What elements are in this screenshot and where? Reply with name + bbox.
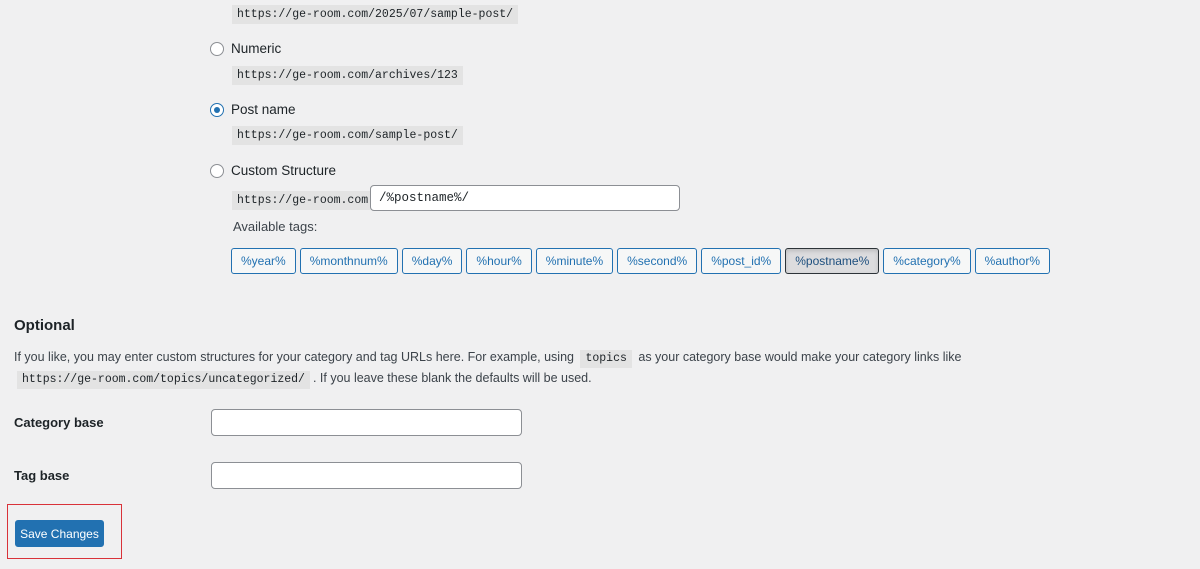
numeric-label: Numeric bbox=[231, 41, 282, 56]
numeric-radio[interactable] bbox=[210, 41, 224, 56]
optional-desc-code-topics: topics bbox=[580, 350, 632, 368]
tag-button-minute[interactable]: %minute% bbox=[535, 248, 614, 274]
tag-base-label: Tag base bbox=[14, 468, 70, 483]
custom-structure-option[interactable]: Custom Structure bbox=[210, 163, 336, 178]
tag-button-author[interactable]: %author% bbox=[974, 248, 1051, 274]
custom-structure-input[interactable] bbox=[370, 185, 680, 211]
optional-desc-text-3: . If you leave these blank the defaults … bbox=[312, 371, 592, 385]
category-base-label: Category base bbox=[14, 415, 104, 430]
tag-button-hour[interactable]: %hour% bbox=[466, 248, 532, 274]
custom-structure-prefix: https://ge-room.com bbox=[232, 191, 374, 210]
optional-description: If you like, you may enter custom struct… bbox=[14, 347, 1194, 389]
tag-button-category[interactable]: %category% bbox=[883, 248, 971, 274]
save-changes-button[interactable]: Save Changes bbox=[15, 520, 104, 547]
optional-desc-text-2: as your category base would make your ca… bbox=[638, 350, 962, 364]
custom-structure-label: Custom Structure bbox=[231, 163, 337, 178]
available-tags-group: %year% %monthnum% %day% %hour% %minute% … bbox=[231, 248, 1051, 274]
tag-button-monthnum[interactable]: %monthnum% bbox=[299, 248, 398, 274]
optional-desc-text-1: If you like, you may enter custom struct… bbox=[14, 350, 574, 364]
tag-button-second[interactable]: %second% bbox=[617, 248, 698, 274]
tag-base-input[interactable] bbox=[211, 462, 522, 489]
category-base-input[interactable] bbox=[211, 409, 522, 436]
optional-desc-code-url: https://ge-room.com/topics/uncategorized… bbox=[17, 371, 310, 389]
post-name-sample-url: https://ge-room.com/sample-post/ bbox=[232, 126, 463, 145]
permalink-settings-page: https://ge-room.com/2025/07/sample-post/… bbox=[0, 0, 1200, 569]
post-name-radio[interactable] bbox=[210, 102, 224, 117]
numeric-sample-url: https://ge-room.com/archives/123 bbox=[232, 66, 463, 85]
tag-button-year[interactable]: %year% bbox=[231, 248, 296, 274]
post-name-label: Post name bbox=[231, 102, 296, 117]
custom-structure-radio[interactable] bbox=[210, 163, 224, 178]
numeric-option[interactable]: Numeric bbox=[210, 41, 281, 56]
post-name-option[interactable]: Post name bbox=[210, 102, 296, 117]
optional-section-title: Optional bbox=[14, 317, 75, 334]
tag-button-postname[interactable]: %postname% bbox=[785, 248, 880, 274]
tag-button-post-id[interactable]: %post_id% bbox=[701, 248, 782, 274]
available-tags-label: Available tags: bbox=[233, 219, 318, 234]
tag-button-day[interactable]: %day% bbox=[401, 248, 463, 274]
day-and-name-sample-url: https://ge-room.com/2025/07/sample-post/ bbox=[232, 5, 519, 24]
